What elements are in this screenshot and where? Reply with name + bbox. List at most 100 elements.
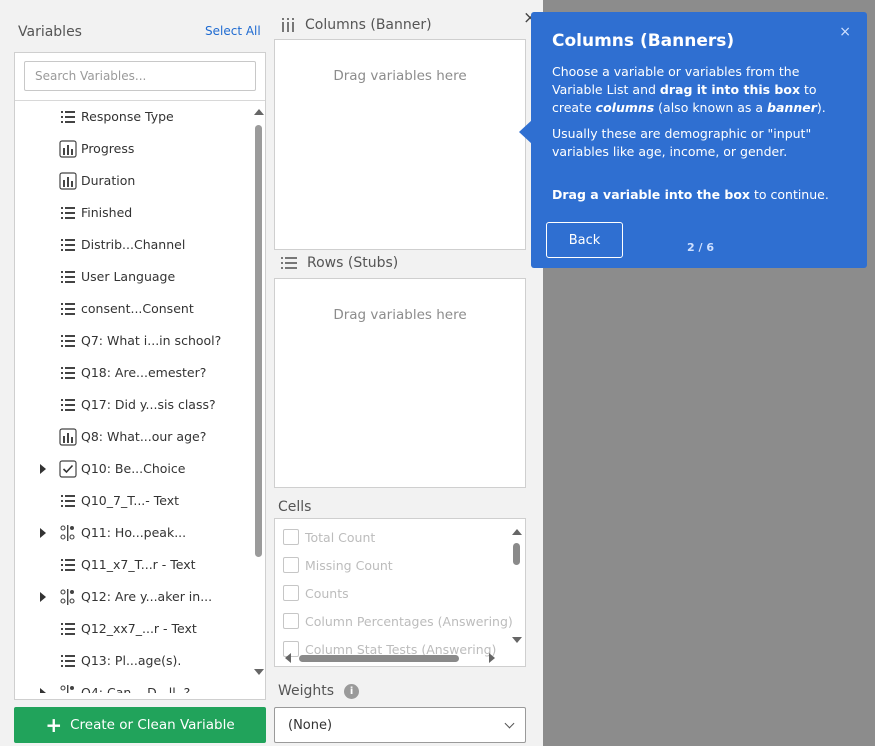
checkbox[interactable]: [283, 585, 299, 601]
checkbox[interactable]: [283, 557, 299, 573]
variable-list-scrollbar[interactable]: [253, 101, 265, 693]
variable-label: Finished: [81, 205, 133, 220]
tooltip-close-icon[interactable]: ×: [839, 24, 851, 40]
create-or-clean-variable-button[interactable]: + Create or Clean Variable: [14, 707, 266, 743]
info-icon[interactable]: i: [344, 683, 360, 699]
scroll-up-icon[interactable]: [254, 109, 264, 115]
search-variables-input[interactable]: [24, 61, 256, 91]
scroll-left-icon[interactable]: [285, 653, 291, 663]
scrollbar-thumb[interactable]: [513, 543, 520, 565]
variable-item[interactable]: Q12_xx7_...r - Text: [15, 613, 251, 645]
variable-item[interactable]: Distrib...Channel: [15, 229, 251, 261]
expand-caret-icon[interactable]: [40, 528, 46, 538]
variable-item[interactable]: Q8: What...our age?: [15, 421, 251, 453]
create-button-label: Create or Clean Variable: [70, 717, 235, 733]
list-icon: [59, 396, 77, 414]
select-all-link[interactable]: Select All: [205, 24, 261, 38]
variable-item[interactable]: Q18: Are...emester?: [15, 357, 251, 389]
variable-label: Q10_7_T...- Text: [81, 493, 180, 508]
cells-horizontal-scrollbar[interactable]: [283, 652, 507, 664]
scroll-down-icon[interactable]: [254, 669, 264, 675]
variable-item[interactable]: Q11: Ho...peak...: [15, 517, 251, 549]
rows-drop-hint: Drag variables here: [333, 307, 467, 323]
scroll-right-icon[interactable]: [489, 653, 495, 663]
variable-label: User Language: [81, 269, 176, 284]
variable-label: Q11_x7_T...r - Text: [81, 557, 196, 572]
variable-item[interactable]: Q4: Can... D...ll..?: [15, 677, 251, 693]
tooltip-text: (also known as a: [654, 100, 768, 115]
variable-label: Q11: Ho...peak...: [81, 525, 187, 540]
list-icon: [59, 236, 77, 254]
variable-item[interactable]: Q10: Be...Choice: [15, 453, 251, 485]
cell-option-label: Counts: [305, 585, 349, 601]
variable-item[interactable]: Q7: What i...in school?: [15, 325, 251, 357]
expand-caret-icon[interactable]: [40, 688, 46, 693]
columns-drop-hint: Drag variables here: [333, 68, 467, 84]
variable-item[interactable]: consent...Consent: [15, 293, 251, 325]
tooltip-paragraph-1: Choose a variable or variables from the …: [552, 63, 852, 117]
tutorial-tooltip: Columns (Banners) × Choose a variable or…: [531, 12, 867, 268]
scrollbar-thumb[interactable]: [299, 655, 459, 662]
variable-label: Q10: Be...Choice: [81, 461, 186, 476]
columns-drop-zone[interactable]: Drag variables here: [274, 39, 526, 250]
cell-option-label: Missing Count: [305, 557, 393, 573]
list-icon: [59, 300, 77, 318]
list-icon: [59, 652, 77, 670]
list-icon: [59, 492, 77, 510]
cells-scrollbar[interactable]: [511, 523, 523, 647]
bar-chart-icon: [59, 172, 77, 190]
cell-option[interactable]: Total Count: [283, 529, 375, 545]
columns-header: Columns (Banner): [281, 17, 432, 33]
checkbox[interactable]: [283, 613, 299, 629]
rows-drop-zone[interactable]: Drag variables here: [274, 278, 526, 488]
tooltip-title: Columns (Banners): [552, 31, 735, 51]
variable-label: Q7: What i...in school?: [81, 333, 222, 348]
variable-item[interactable]: Q11_x7_T...r - Text: [15, 549, 251, 581]
variable-label: Duration: [81, 173, 136, 188]
cell-option[interactable]: Column Percentages (Answering): [283, 613, 513, 629]
variable-item[interactable]: Q12: Are y...aker in...: [15, 581, 251, 613]
rows-header: Rows (Stubs): [281, 255, 398, 271]
variable-label: Q13: Pl...age(s).: [81, 653, 182, 668]
tooltip-bold-text: Drag a variable into the box: [552, 187, 750, 202]
scrollbar-thumb[interactable]: [255, 125, 262, 557]
variable-label: Response Type: [81, 109, 174, 124]
variable-label: Q18: Are...emester?: [81, 365, 207, 380]
variable-item[interactable]: Q10_7_T...- Text: [15, 485, 251, 517]
weights-select[interactable]: (None): [274, 707, 526, 743]
variable-item[interactable]: Response Type: [15, 101, 251, 133]
variable-label: Q12: Are y...aker in...: [81, 589, 213, 604]
cell-option[interactable]: Counts: [283, 585, 349, 601]
variable-item[interactable]: Q17: Did y...sis class?: [15, 389, 251, 421]
list-icon: [59, 332, 77, 350]
variable-list: Response Type Progress Duration Finished Dis…: [15, 101, 251, 693]
variable-item[interactable]: Progress: [15, 133, 251, 165]
rows-icon: [281, 257, 297, 269]
matrix-icon: [59, 524, 77, 542]
cell-option[interactable]: Missing Count: [283, 557, 393, 573]
tooltip-paragraph-2: Usually these are demographic or "input"…: [552, 126, 812, 159]
tooltip-step-counter: 2 / 6: [687, 241, 714, 254]
variable-label: Q8: What...our age?: [81, 429, 207, 444]
variable-item[interactable]: User Language: [15, 261, 251, 293]
columns-title: Columns (Banner): [305, 17, 432, 33]
tooltip-back-button[interactable]: Back: [546, 222, 623, 258]
plus-icon: +: [45, 713, 63, 737]
variable-item[interactable]: Finished: [15, 197, 251, 229]
weights-value: (None): [288, 717, 333, 733]
expand-caret-icon[interactable]: [40, 592, 46, 602]
matrix-icon: [59, 588, 77, 606]
scroll-down-icon[interactable]: [512, 637, 522, 643]
checkbox[interactable]: [283, 529, 299, 545]
variable-label: consent...Consent: [81, 301, 194, 316]
list-icon: [59, 204, 77, 222]
expand-caret-icon[interactable]: [40, 464, 46, 474]
tooltip-paragraph-3: Drag a variable into the box to continue…: [552, 186, 852, 204]
variable-item[interactable]: Q13: Pl...age(s).: [15, 645, 251, 677]
list-icon: [59, 620, 77, 638]
variable-item[interactable]: Duration: [15, 165, 251, 197]
weights-title: Weights: [278, 683, 335, 699]
scroll-up-icon[interactable]: [512, 529, 522, 535]
cells-title: Cells: [278, 499, 312, 515]
matrix-icon: [59, 684, 77, 693]
